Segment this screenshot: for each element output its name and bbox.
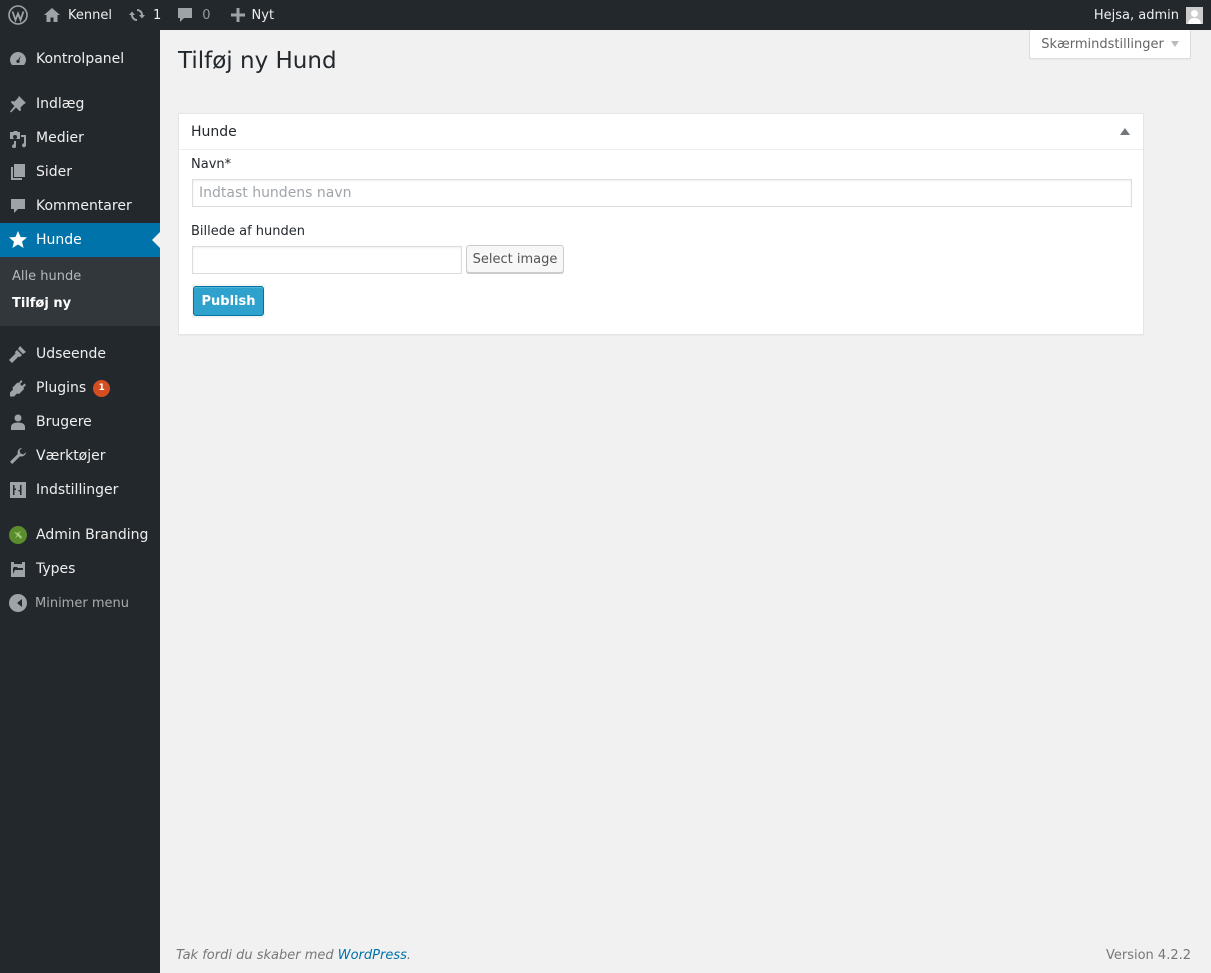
site-name: Kennel xyxy=(68,7,112,23)
admin-menu: Kontrolpanel Indlæg Medier Sider Komment… xyxy=(0,30,160,973)
meta-box-header[interactable]: Hunde xyxy=(179,114,1143,150)
user-icon xyxy=(0,405,36,439)
menu-label: Sider xyxy=(36,164,73,180)
site-name-link[interactable]: Kennel xyxy=(35,0,120,30)
star-icon xyxy=(0,223,36,257)
image-url-input[interactable] xyxy=(192,246,462,274)
menu-item-vaerktoejer[interactable]: Værktøjer xyxy=(0,439,160,473)
brush-icon xyxy=(0,337,36,371)
menu-label: Admin Branding xyxy=(36,527,149,543)
meta-box-title: Hunde xyxy=(191,123,237,140)
plugin-updates-badge: 1 xyxy=(93,379,111,397)
menu-label: Værktøjer xyxy=(36,448,106,464)
menu-label: Types xyxy=(36,561,76,577)
collapse-label: Minimer menu xyxy=(35,595,129,611)
caret-down-icon xyxy=(1170,41,1179,51)
wordpress-logo-icon xyxy=(8,5,28,25)
plugin-icon xyxy=(0,371,36,405)
select-image-button[interactable]: Select image xyxy=(466,245,564,273)
dog-name-input[interactable] xyxy=(192,179,1132,207)
collapse-menu-button[interactable]: Minimer menu xyxy=(0,590,129,616)
comments-icon xyxy=(0,189,36,223)
footer-thanks-text: Tak fordi du skaber med xyxy=(176,948,338,963)
wordpress-link[interactable]: WordPress xyxy=(338,948,407,963)
home-icon xyxy=(43,7,61,23)
name-label: Navn* xyxy=(191,157,232,172)
image-label: Billede af hunden xyxy=(191,224,306,239)
menu-item-indstillinger[interactable]: Indstillinger xyxy=(0,473,160,507)
pin-icon xyxy=(0,87,36,121)
settings-icon xyxy=(0,473,36,507)
menu-label: Medier xyxy=(36,130,84,146)
wrench-icon xyxy=(0,439,36,473)
footer-thanks: Tak fordi du skaber med WordPress. xyxy=(176,948,411,963)
menu-item-sider[interactable]: Sider xyxy=(0,155,160,189)
admin-branding-icon xyxy=(0,518,36,552)
submenu-item-alle-hunde[interactable]: Alle hunde xyxy=(12,269,81,284)
select-image-label: Select image xyxy=(472,251,558,267)
greeting: Hejsa, admin xyxy=(1093,7,1179,23)
menu-item-indlaeg[interactable]: Indlæg xyxy=(0,87,160,121)
my-account-menu[interactable]: Hejsa, admin xyxy=(1086,0,1211,30)
comment-icon xyxy=(177,7,193,24)
wordpress-menu[interactable] xyxy=(0,0,35,30)
menu-label: Kontrolpanel xyxy=(36,51,125,67)
menu-item-types[interactable]: Types xyxy=(0,552,160,586)
publish-label: Publish xyxy=(201,293,256,309)
new-label: Nyt xyxy=(251,7,275,23)
publish-button[interactable]: Publish xyxy=(193,286,264,316)
hunde-submenu: Alle hunde Tilføj ny xyxy=(0,257,160,326)
new-content-link[interactable]: Nyt xyxy=(219,0,283,30)
footer-thanks-suffix: . xyxy=(406,948,412,963)
menu-label: Brugere xyxy=(36,414,92,430)
menu-label: Udseende xyxy=(36,346,107,362)
menu-item-brugere[interactable]: Brugere xyxy=(0,405,160,439)
footer-version: Version 4.2.2 xyxy=(1105,948,1191,963)
updates-icon xyxy=(128,6,146,24)
menu-item-plugins[interactable]: Plugins 1 xyxy=(0,371,160,405)
menu-item-admin-branding[interactable]: Admin Branding xyxy=(0,518,160,552)
folder-icon xyxy=(0,552,36,586)
screen-options-label: Skærmindstillinger xyxy=(1041,36,1164,52)
publish-wrapper: Publish xyxy=(192,284,265,318)
menu-label: Indlæg xyxy=(36,96,85,112)
comments-link[interactable]: 0 xyxy=(169,0,218,30)
screen-options-button[interactable]: Skærmindstillinger xyxy=(1029,30,1191,59)
updates-link[interactable]: 1 xyxy=(120,0,169,30)
media-icon xyxy=(0,121,36,155)
menu-label: Hunde xyxy=(36,232,82,248)
menu-item-kontrolpanel[interactable]: Kontrolpanel xyxy=(0,42,160,76)
hunde-meta-box: Hunde Navn* Billede af hunden Select ima… xyxy=(178,113,1144,335)
menu-item-udseende[interactable]: Udseende xyxy=(0,337,160,371)
dashboard-icon xyxy=(0,42,36,76)
collapse-arrow-icon xyxy=(9,594,27,612)
page-title: Tilføj ny Hund xyxy=(178,48,337,74)
updates-count: 1 xyxy=(152,7,162,23)
menu-label: Plugins xyxy=(36,380,87,396)
plus-icon xyxy=(230,8,245,22)
collapse-toggle-icon[interactable] xyxy=(1120,128,1130,135)
submenu-item-tilfoej-ny[interactable]: Tilføj ny xyxy=(12,296,71,311)
pages-icon xyxy=(0,155,36,189)
menu-label: Kommentarer xyxy=(36,198,132,214)
menu-item-kommentarer[interactable]: Kommentarer xyxy=(0,189,160,223)
menu-item-medier[interactable]: Medier xyxy=(0,121,160,155)
avatar-icon xyxy=(1186,6,1203,24)
menu-label: Indstillinger xyxy=(36,482,119,498)
admin-bar: Kennel 1 0 Nyt Hejsa, admin xyxy=(0,0,1211,30)
menu-item-hunde[interactable]: Hunde xyxy=(0,223,160,257)
comments-count: 0 xyxy=(202,7,211,23)
